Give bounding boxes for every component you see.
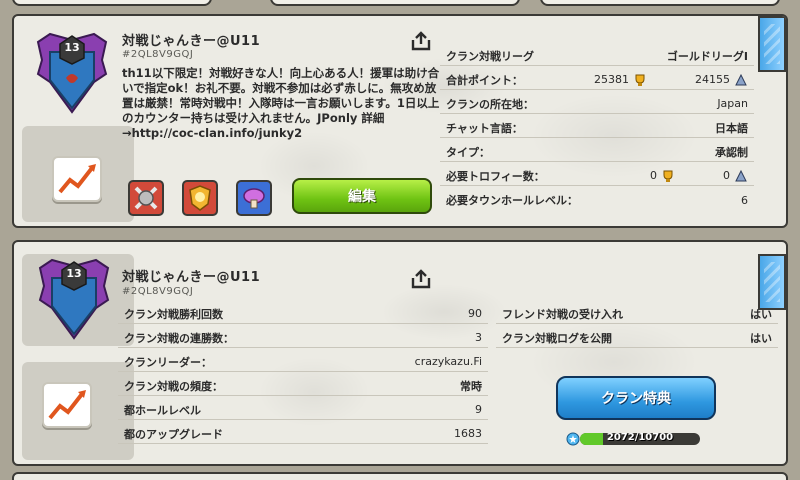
- trophy-icon: [663, 170, 673, 182]
- stat-value: 9: [475, 403, 482, 416]
- versus-trophy-icon: [735, 73, 747, 85]
- info-row-required-townhall: 必要タウンホールレベル： 6: [440, 190, 754, 210]
- clan-info-table: クラン対戦リーグ ゴールドリーグI 合計ポイント： 25381 24155 クラ…: [440, 46, 754, 210]
- versus-trophy-icon: [735, 169, 747, 181]
- required-trophy-values: 0 0: [650, 169, 748, 183]
- info-row-total-points: 合計ポイント： 25381 24155: [440, 70, 754, 90]
- versus-points: 24155: [695, 73, 730, 86]
- stat-row: フレンド対戦の受け入れ はい: [496, 304, 778, 324]
- trophy-icon: [635, 74, 645, 86]
- clan-name: 対戦じゃんきー@U11: [122, 270, 261, 285]
- clan-leader-name[interactable]: crazykazu.Fi: [415, 355, 482, 368]
- points-values: 25381 24155: [594, 73, 748, 87]
- clan-stats-chart-button[interactable]: [42, 382, 92, 428]
- war-icon[interactable]: [128, 180, 164, 216]
- stat-value: 常時: [460, 379, 482, 393]
- info-label: チャット言語：: [446, 121, 523, 135]
- bookmark-ribbon-icon[interactable]: [758, 16, 786, 72]
- clan-info-panel-1: 13 対戦じゃんきー@U11 #2QL8V9GQJ th11以下限定！対戦好きな…: [12, 14, 788, 228]
- mushroom-icon[interactable]: [236, 180, 272, 216]
- info-label: クラン対戦リーグ: [446, 49, 534, 63]
- stat-label: フレンド対戦の受け入れ: [502, 307, 623, 321]
- stat-label: クランリーダー：: [124, 355, 212, 369]
- info-value: 承認制: [715, 145, 748, 159]
- clan-tag: #2QL8V9GQJ: [122, 49, 194, 60]
- required-versus-trophies: 0: [723, 169, 730, 182]
- clan-level: 13: [66, 267, 82, 280]
- info-label: 必要トロフィー数：: [446, 169, 545, 183]
- chart-icon: [48, 390, 86, 420]
- xp-star-icon: [566, 432, 580, 446]
- stat-label: 都のアップグレード: [124, 427, 223, 441]
- stat-row: クラン対戦ログを公開 はい: [496, 328, 778, 348]
- stat-row: クラン対戦勝利回数 90: [118, 304, 488, 324]
- clan-stats-left: クラン対戦勝利回数 90 クラン対戦の連勝数： 3 クランリーダー： crazykaz…: [118, 304, 488, 444]
- stat-row: 都ホールレベル 9: [118, 400, 488, 420]
- info-value: 日本語: [715, 121, 748, 135]
- info-row-required-trophies: 必要トロフィー数： 0 0: [440, 166, 754, 186]
- info-label: タイプ：: [446, 145, 490, 159]
- clan-stats-chart-button[interactable]: [52, 156, 102, 202]
- info-value: ゴールドリーグI: [666, 49, 748, 63]
- clan-tag: #2QL8V9GQJ: [122, 286, 194, 297]
- edit-button[interactable]: 編集: [292, 178, 432, 214]
- clan-description: th11以下限定！対戦好きな人！向上心ある人！援軍は助け合いで指定ok！お礼不要…: [122, 66, 440, 140]
- stat-label: クラン対戦勝利回数: [124, 307, 223, 321]
- top-tab-left: [12, 0, 212, 6]
- stat-value: はい: [750, 331, 772, 345]
- share-icon[interactable]: [410, 30, 432, 52]
- next-panel-edge: [12, 472, 788, 480]
- stat-value: 90: [468, 307, 482, 320]
- required-trophies: 0: [650, 169, 657, 182]
- stat-label: 都ホールレベル: [124, 403, 201, 417]
- clan-name: 対戦じゃんきー@U11: [122, 34, 261, 49]
- bookmark-ribbon-icon[interactable]: [758, 254, 786, 310]
- info-label: 合計ポイント：: [446, 73, 523, 87]
- clan-perks-button[interactable]: クラン特典: [556, 376, 716, 420]
- stat-row: クラン対戦の連勝数： 3: [118, 328, 488, 348]
- clan-xp-text: 2072/10700: [606, 432, 674, 443]
- top-tab-right: [540, 0, 780, 6]
- info-row-type: タイプ： 承認制: [440, 142, 754, 162]
- info-value: Japan: [717, 97, 748, 110]
- clan-info-panel-2: 13 対戦じゃんきー@U11 #2QL8V9GQJ クラン対戦勝利回数 90 クラ…: [12, 240, 788, 466]
- clan-stats-right: フレンド対戦の受け入れ はい クラン対戦ログを公開 はい: [496, 304, 778, 348]
- clan-screen: 13 対戦じゃんきー@U11 #2QL8V9GQJ th11以下限定！対戦好きな…: [0, 0, 800, 480]
- info-label: 必要タウンホールレベル：: [446, 194, 578, 207]
- share-icon[interactable]: [410, 268, 432, 290]
- info-row-war-league: クラン対戦リーグ ゴールドリーグI: [440, 46, 754, 66]
- stat-row: クランリーダー： crazykazu.Fi: [118, 352, 488, 372]
- stat-label: クラン対戦の連勝数：: [124, 331, 234, 345]
- info-value: 6: [741, 193, 748, 207]
- stat-row: クラン対戦の頻度： 常時: [118, 376, 488, 396]
- info-label: クランの所在地：: [446, 97, 534, 111]
- trophy-points: 25381: [594, 73, 629, 86]
- stat-value: 1683: [454, 427, 482, 440]
- info-row-chat-language: チャット言語： 日本語: [440, 118, 754, 138]
- stat-value: 3: [475, 331, 482, 344]
- stat-label: クラン対戦ログを公開: [502, 331, 612, 345]
- stat-row: 都のアップグレード 1683: [118, 424, 488, 444]
- chart-icon: [58, 164, 96, 194]
- info-row-location: クランの所在地： Japan: [440, 94, 754, 114]
- top-tab-middle: [270, 0, 520, 6]
- stat-label: クラン対戦の頻度：: [124, 379, 223, 393]
- clan-level: 13: [64, 41, 80, 54]
- league-icon[interactable]: [182, 180, 218, 216]
